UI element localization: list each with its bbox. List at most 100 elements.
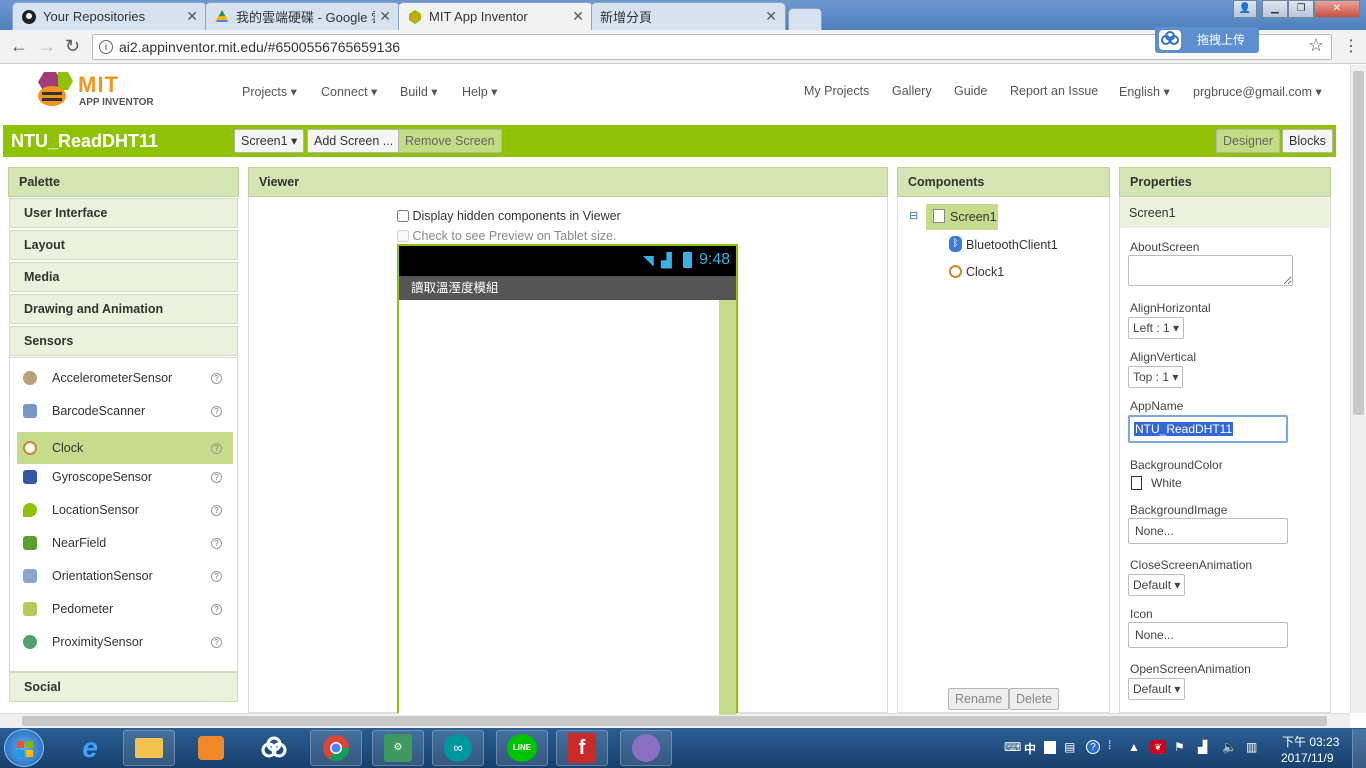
tab-google-drive[interactable]: 我的雲端硬碟 - Google 雲 ✕ bbox=[205, 2, 400, 30]
tree-item-screen1[interactable]: Screen1 bbox=[926, 204, 998, 230]
ime-help-icon[interactable]: ? bbox=[1086, 740, 1100, 754]
palette-item-orientationsensor[interactable]: OrientationSensor ? bbox=[17, 560, 233, 592]
help-icon[interactable]: ? bbox=[211, 373, 222, 384]
action-center-flag-icon[interactable]: ⚑ bbox=[1174, 740, 1185, 754]
taskbar-file-explorer[interactable] bbox=[123, 730, 175, 766]
taskbar-fritzing[interactable]: f bbox=[556, 730, 608, 766]
back-arrow-icon[interactable]: ← bbox=[10, 36, 28, 57]
closescreenanimation-dropdown[interactable]: Default ▾ bbox=[1128, 574, 1186, 596]
aboutscreen-textarea[interactable] bbox=[1128, 255, 1293, 286]
link-gallery[interactable]: Gallery bbox=[892, 84, 932, 98]
window-close-icon[interactable]: ✕ bbox=[1314, 0, 1360, 18]
blocks-button[interactable]: Blocks bbox=[1282, 129, 1333, 153]
network-signal-icon[interactable]: ▟ bbox=[1198, 740, 1207, 754]
rename-button[interactable]: Rename bbox=[948, 688, 1010, 710]
ime-chinese-indicator[interactable]: 中 bbox=[1024, 740, 1036, 757]
mit-app-inventor-logo[interactable]: MIT APP INVENTOR bbox=[30, 70, 160, 110]
category-drawing-animation[interactable]: Drawing and Animation bbox=[9, 294, 238, 324]
menu-language[interactable]: English ▾ bbox=[1119, 84, 1170, 99]
minimize-icon[interactable]: ▁ bbox=[1262, 0, 1288, 18]
menu-account[interactable]: prgbruce@gmail.com ▾ bbox=[1193, 84, 1322, 99]
tab-mit-app-inventor[interactable]: MIT App Inventor ✕ bbox=[398, 2, 593, 30]
help-icon[interactable]: ? bbox=[211, 443, 222, 454]
ime-options-icon[interactable]: ⁞ bbox=[1108, 738, 1111, 752]
appname-input[interactable]: NTU_ReadDHT11 bbox=[1128, 415, 1288, 443]
scrollbar-thumb[interactable] bbox=[1353, 71, 1364, 415]
show-hidden-icons[interactable]: ▲ bbox=[1128, 740, 1140, 754]
info-icon[interactable]: i bbox=[99, 40, 113, 54]
add-screen-button[interactable]: Add Screen ... bbox=[307, 129, 401, 153]
chrome-menu-icon[interactable]: ⋮ bbox=[1343, 36, 1359, 56]
volume-icon[interactable]: 🔈 bbox=[1222, 740, 1237, 754]
category-sensors[interactable]: Sensors bbox=[9, 326, 238, 356]
close-icon[interactable]: ✕ bbox=[765, 8, 777, 25]
tree-item-bluetoothclient1[interactable]: ᛒ BluetoothClient1 bbox=[947, 234, 1058, 256]
taskbar-arduino-ide[interactable]: ⚙ bbox=[372, 730, 424, 766]
link-guide[interactable]: Guide bbox=[954, 84, 987, 98]
show-desktop-button[interactable] bbox=[1352, 729, 1366, 768]
screen1-canvas[interactable] bbox=[399, 300, 719, 715]
designer-button[interactable]: Designer bbox=[1216, 129, 1281, 153]
link-my-projects[interactable]: My Projects bbox=[804, 84, 869, 98]
tab-new-tab[interactable]: 新增分頁 ✕ bbox=[591, 2, 786, 30]
taskbar-internet-explorer[interactable]: e bbox=[64, 730, 116, 766]
url-bar[interactable]: i ai2.appinventor.mit.edu/#6500556765659… bbox=[92, 34, 1332, 60]
help-icon[interactable]: ? bbox=[211, 406, 222, 417]
ime-fullwidth-icon[interactable] bbox=[1044, 741, 1056, 754]
menu-connect[interactable]: Connect ▾ bbox=[321, 84, 377, 99]
taskbar-time[interactable]: 下午 03:23 bbox=[1282, 733, 1339, 750]
backgroundcolor-picker[interactable]: White bbox=[1130, 475, 1182, 491]
palette-item-barcodescanner[interactable]: BarcodeScanner ? bbox=[17, 395, 233, 427]
taskbar-arduino[interactable]: ∞ bbox=[432, 730, 484, 766]
user-icon[interactable]: 👤 bbox=[1233, 0, 1257, 18]
remove-screen-button[interactable]: Remove Screen bbox=[398, 129, 502, 153]
vertical-scrollbar[interactable] bbox=[1350, 65, 1366, 713]
palette-item-clock[interactable]: Clock ? bbox=[17, 432, 233, 464]
category-user-interface[interactable]: User Interface bbox=[9, 198, 238, 228]
ime-mode-icon[interactable]: ⌨ bbox=[1004, 740, 1021, 754]
bookmark-star-icon[interactable]: ☆ bbox=[1308, 35, 1324, 56]
alignvertical-dropdown[interactable]: Top : 1 ▾ bbox=[1128, 366, 1184, 388]
upload-button[interactable]: 拖拽上传 bbox=[1155, 27, 1259, 53]
help-icon[interactable]: ? bbox=[211, 571, 222, 582]
forward-arrow-icon[interactable]: → bbox=[38, 36, 56, 57]
palette-item-gyroscopesensor[interactable]: GyroscopeSensor ? bbox=[17, 461, 233, 493]
tablet-preview-checkbox[interactable] bbox=[397, 230, 409, 242]
ime-settings-icon[interactable]: ▤ bbox=[1064, 740, 1075, 754]
palette-item-accelerometersensor[interactable]: AccelerometerSensor ? bbox=[17, 362, 233, 394]
taskbar-date[interactable]: 2017/11/9 bbox=[1281, 751, 1334, 765]
taskbar-media-player[interactable] bbox=[185, 730, 237, 766]
icon-picker[interactable]: None... bbox=[1128, 622, 1288, 648]
taskbar-line[interactable]: LINE bbox=[496, 730, 548, 766]
reload-icon[interactable]: ↻ bbox=[65, 36, 80, 57]
help-icon[interactable]: ? bbox=[211, 538, 222, 549]
category-layout[interactable]: Layout bbox=[9, 230, 238, 260]
horizontal-scrollbar[interactable] bbox=[0, 713, 1350, 728]
taskbar-github-desktop[interactable] bbox=[620, 730, 672, 766]
openscreenanimation-dropdown[interactable]: Default ▾ bbox=[1128, 678, 1186, 700]
taskbar-cloud-app[interactable] bbox=[248, 730, 300, 766]
palette-item-locationsensor[interactable]: LocationSensor ? bbox=[17, 494, 233, 526]
close-icon[interactable]: ✕ bbox=[572, 8, 584, 25]
link-report-issue[interactable]: Report an Issue bbox=[1010, 84, 1098, 98]
menu-projects[interactable]: Projects ▾ bbox=[242, 84, 297, 99]
category-media[interactable]: Media bbox=[9, 262, 238, 292]
help-icon[interactable]: ? bbox=[211, 472, 222, 483]
palette-item-proximitysensor[interactable]: ProximitySensor ? bbox=[17, 626, 233, 658]
help-icon[interactable]: ? bbox=[211, 505, 222, 516]
alignhorizontal-dropdown[interactable]: Left : 1 ▾ bbox=[1128, 317, 1185, 339]
maximize-icon[interactable]: ❐ bbox=[1288, 0, 1314, 18]
close-icon[interactable]: ✕ bbox=[379, 8, 391, 25]
menu-help[interactable]: Help ▾ bbox=[462, 84, 497, 99]
display-hidden-checkbox[interactable] bbox=[397, 210, 409, 222]
palette-item-pedometer[interactable]: Pedometer ? bbox=[17, 593, 233, 625]
category-social[interactable]: Social bbox=[9, 672, 238, 702]
taskbar-chrome[interactable] bbox=[310, 730, 362, 766]
menu-build[interactable]: Build ▾ bbox=[400, 84, 438, 99]
tray-extra-icon[interactable]: ▥ bbox=[1246, 740, 1257, 754]
tab-your-repositories[interactable]: Your Repositories ✕ bbox=[12, 2, 207, 30]
help-icon[interactable]: ? bbox=[211, 604, 222, 615]
backgroundimage-picker[interactable]: None... bbox=[1128, 518, 1288, 544]
new-tab-button[interactable] bbox=[788, 8, 822, 30]
palette-item-nearfield[interactable]: NearField ? bbox=[17, 527, 233, 559]
